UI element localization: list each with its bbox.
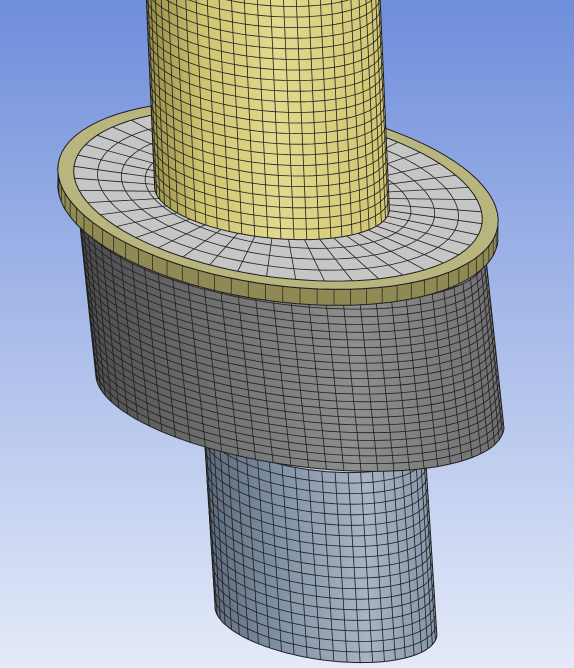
upper-rod[interactable]	[141, 0, 390, 241]
mesh-scene[interactable]	[0, 0, 574, 668]
mesh-graphics-view[interactable]	[0, 0, 574, 668]
